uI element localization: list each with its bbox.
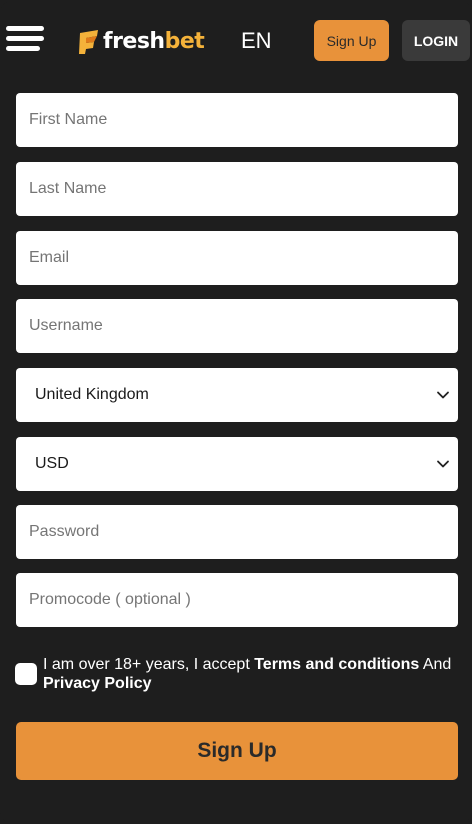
language-selector[interactable]: EN [241,28,272,54]
login-button[interactable]: LOGIN [402,20,470,61]
signup-screen: freshbet EN Sign Up LOGIN United Kingdom… [0,0,472,824]
terms-checkbox[interactable] [15,663,37,685]
freshbet-logo-mark-icon [79,30,98,54]
freshbet-logo[interactable]: freshbet [78,26,205,58]
password-input[interactable] [16,505,458,559]
header-signup-button[interactable]: Sign Up [314,20,389,61]
submit-signup-button[interactable]: Sign Up [16,722,458,780]
chevron-down-icon [437,460,449,468]
terms-link[interactable]: Terms and conditions [254,656,419,673]
terms-middle: And [419,656,452,673]
privacy-policy-link[interactable]: Privacy Policy [43,675,152,692]
terms-prefix: I am over 18+ years, I accept [43,656,255,673]
terms-agreement: I am over 18+ years, I accept Terms and … [15,655,465,693]
password-field[interactable] [16,505,458,559]
currency-select-value: USD [35,455,69,472]
promocode-input[interactable] [16,573,458,627]
country-select[interactable]: United Kingdom [16,368,458,422]
promocode-field[interactable] [16,573,458,627]
chevron-down-icon [437,391,449,399]
last-name-field[interactable] [16,162,458,216]
first-name-input[interactable] [16,93,458,147]
terms-text: I am over 18+ years, I accept Terms and … [43,655,451,693]
hamburger-menu-icon[interactable] [6,24,46,56]
country-select-value: United Kingdom [35,386,149,403]
last-name-input[interactable] [16,162,458,216]
email-field[interactable] [16,231,458,285]
email-input[interactable] [16,231,458,285]
top-header: freshbet EN Sign Up LOGIN [0,0,472,80]
username-input[interactable] [16,299,458,353]
logo-text: freshbet [103,29,205,54]
currency-select[interactable]: USD [16,437,458,491]
first-name-field[interactable] [16,93,458,147]
username-field[interactable] [16,299,458,353]
